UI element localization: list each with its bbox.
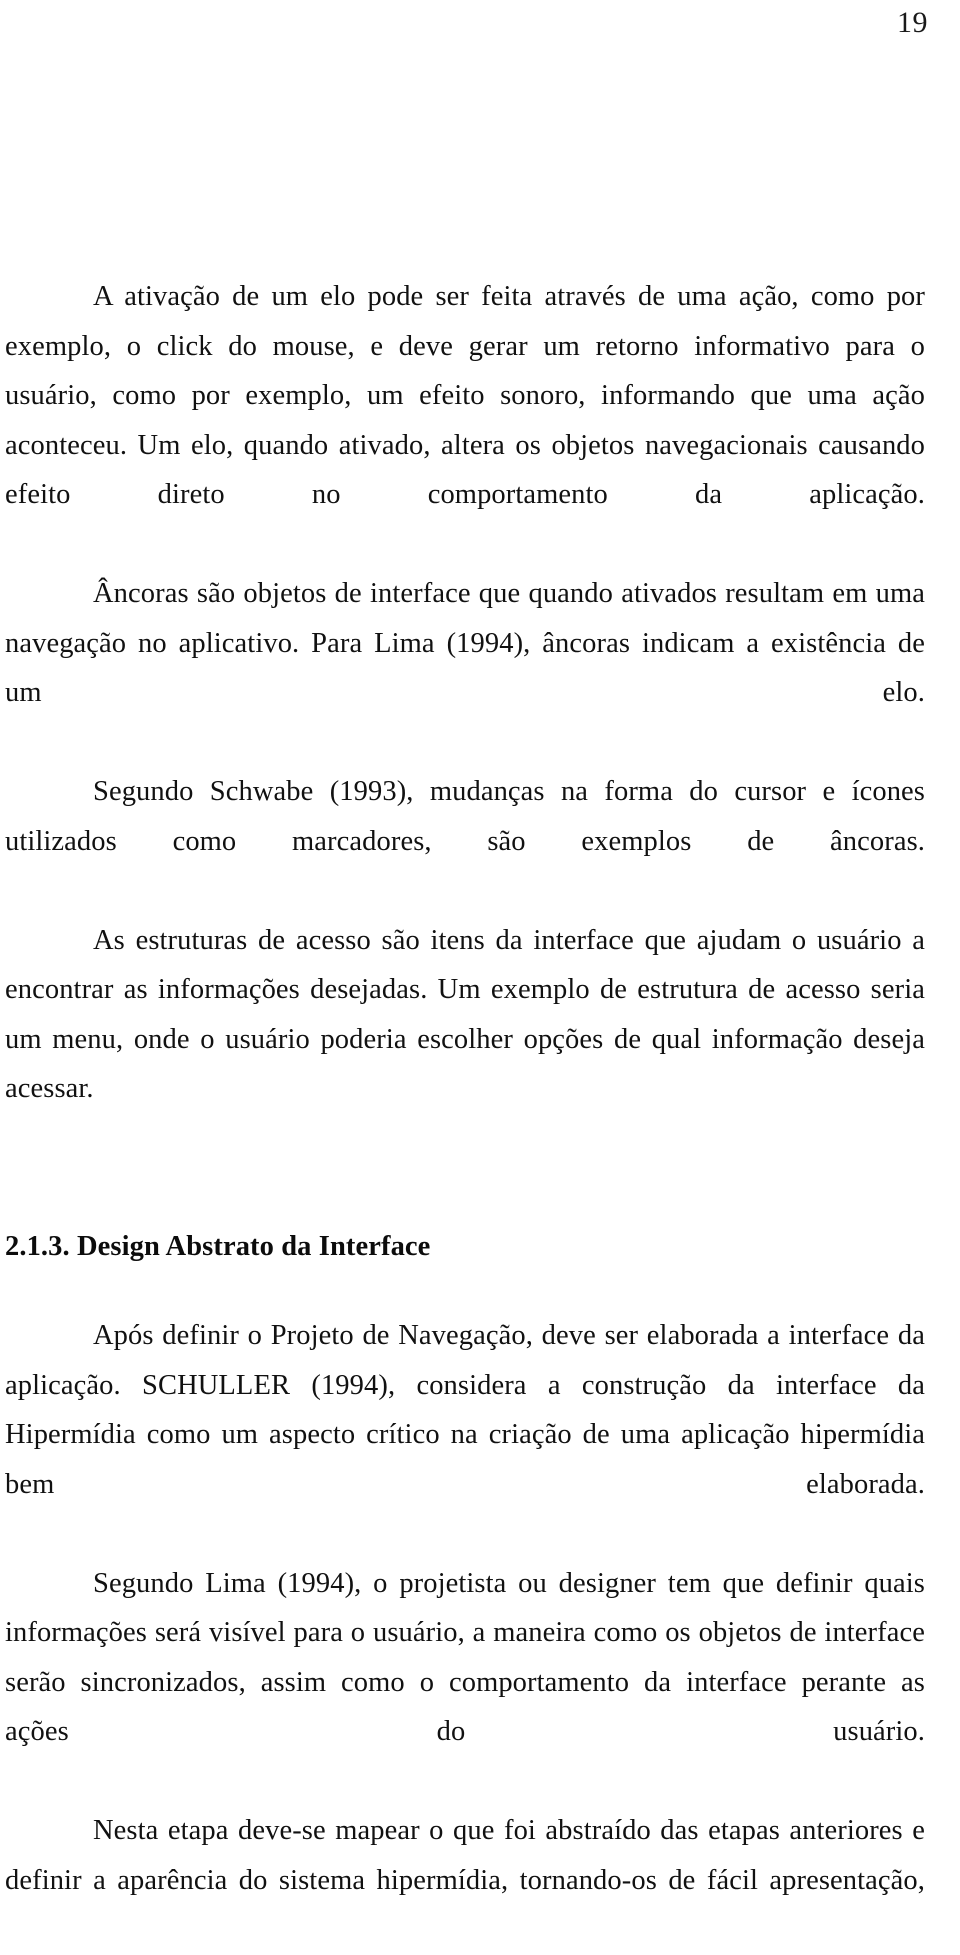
paragraph-schwabe: Segundo Schwabe (1993), mudanças na form… [5, 776, 925, 857]
text-column: A ativação de um elo pode ser feita atra… [5, 272, 925, 1955]
heading-spacer-below [5, 1269, 925, 1311]
paragraph-lima: Segundo Lima (1994), o projetista ou des… [5, 1567, 925, 1748]
paragraph-ancoras: Âncoras são objetos de interface que qua… [5, 578, 925, 708]
heading-design-abstrato: 2.1.3. Design Abstrato da Interface [5, 1231, 431, 1262]
page-number: 19 [897, 6, 928, 39]
heading-spacer-above [5, 1163, 925, 1225]
paragraph-ativacao-elo: A ativação de um elo pode ser feita atra… [5, 281, 925, 510]
paragraph-schuller: Após definir o Projeto de Navegação, dev… [5, 1320, 925, 1500]
document-page: 19 A ativação de um elo pode ser feita a… [0, 0, 960, 1896]
paragraph-estruturas-acesso: As estruturas de acesso são itens da int… [5, 924, 925, 1105]
paragraph-nesta-etapa: Nesta etapa deve-se mapear o que foi abs… [5, 1815, 925, 1896]
